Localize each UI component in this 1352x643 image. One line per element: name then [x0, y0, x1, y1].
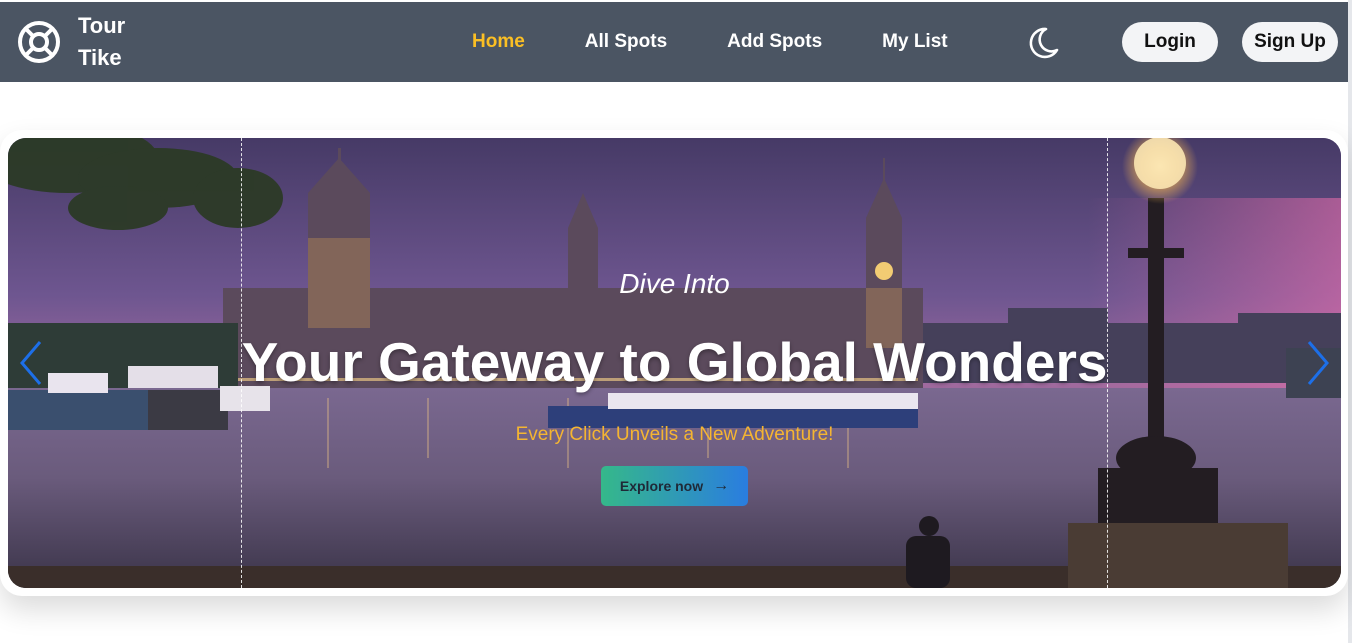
- nav-home[interactable]: Home: [472, 31, 525, 53]
- explore-now-button[interactable]: Explore now →: [601, 466, 748, 506]
- nav-all-spots[interactable]: All Spots: [585, 31, 667, 53]
- brand-name-line1: Tour: [78, 13, 126, 38]
- arrow-right-icon: →: [713, 477, 730, 494]
- chevron-right-icon[interactable]: [1303, 338, 1333, 388]
- hero-subtitle: Dive Into: [619, 268, 730, 299]
- signup-button[interactable]: Sign Up: [1242, 22, 1338, 62]
- nav-my-list[interactable]: My List: [882, 31, 947, 53]
- brand-name-line2: Tike: [78, 45, 122, 70]
- hero-title: Your Gateway to Global Wonders: [241, 331, 1108, 393]
- hero-tagline: Every Click Unveils a New Adventure!: [515, 424, 834, 445]
- page-scrollbar[interactable]: [1348, 0, 1352, 643]
- moon-icon[interactable]: [1024, 24, 1062, 62]
- main-nav: Home All Spots Add Spots My List: [472, 2, 1008, 82]
- brand-name: Tour Tike: [78, 10, 148, 74]
- top-navbar: Tour Tike Home All Spots Add Spots My Li…: [0, 2, 1348, 82]
- chevron-left-icon[interactable]: [16, 338, 46, 388]
- explore-now-label: Explore now: [619, 478, 704, 494]
- login-button[interactable]: Login: [1122, 22, 1218, 62]
- lifebuoy-icon: [18, 21, 60, 63]
- nav-add-spots[interactable]: Add Spots: [727, 31, 822, 53]
- brand-logo[interactable]: Tour Tike: [16, 10, 148, 74]
- hero-carousel: Dive Into Your Gateway to Global Wonders…: [8, 138, 1341, 588]
